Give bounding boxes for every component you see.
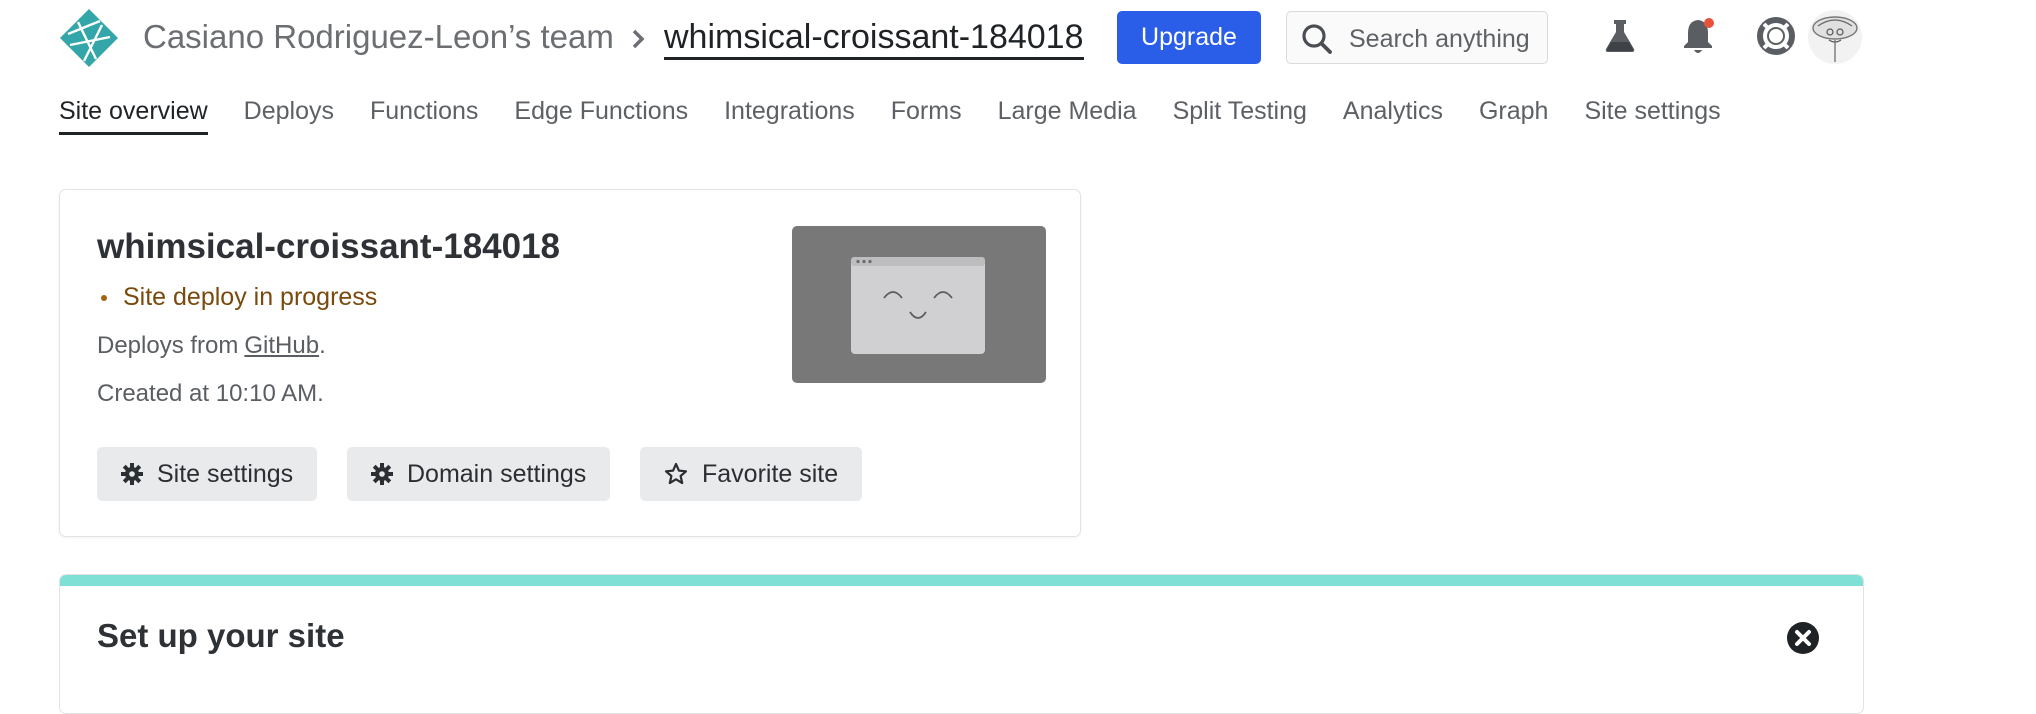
lifebuoy-icon[interactable] (1756, 16, 1796, 56)
site-name-heading: whimsical-croissant-184018 (97, 227, 561, 266)
upgrade-button[interactable]: Upgrade (1117, 11, 1261, 64)
notification-dot-icon (1704, 18, 1714, 28)
breadcrumb-team[interactable]: Casiano Rodriguez-Leon’s team (143, 18, 614, 56)
site-settings-button[interactable]: Site settings (97, 447, 318, 501)
deploys-from-suffix: . (319, 332, 326, 359)
deploy-status: Site deploy in progress (97, 283, 377, 312)
chevron-right-icon (632, 29, 645, 49)
github-link[interactable]: GitHub (244, 332, 319, 359)
search-placeholder: Search anything (1349, 25, 1530, 53)
tab-graph[interactable]: Graph (1479, 95, 1548, 135)
site-preview-thumbnail[interactable] (792, 226, 1046, 383)
favorite-site-label: Favorite site (702, 459, 839, 488)
search-input[interactable]: Search anything (1286, 11, 1548, 64)
tab-integrations[interactable]: Integrations (724, 95, 855, 135)
tab-edge-functions[interactable]: Edge Functions (514, 95, 688, 135)
gear-icon (371, 463, 393, 485)
deploy-status-text: Site deploy in progress (123, 283, 378, 311)
site-overview-card: whimsical-croissant-184018 Site deploy i… (59, 189, 1081, 537)
site-nav-tabs: Site overview Deploys Functions Edge Fun… (59, 95, 1721, 135)
gear-icon (121, 463, 143, 485)
tab-analytics[interactable]: Analytics (1343, 95, 1443, 135)
site-settings-label: Site settings (157, 459, 294, 488)
top-header: Casiano Rodriguez-Leon’s team whimsical-… (0, 0, 2036, 78)
setup-panel: Set up your site (59, 574, 1864, 714)
setup-title: Set up your site (97, 617, 345, 654)
setup-accent-bar (60, 575, 1863, 586)
deploys-from-prefix: Deploys from (97, 332, 239, 359)
domain-settings-label: Domain settings (407, 459, 587, 488)
status-dot-icon (101, 294, 107, 301)
flask-icon[interactable] (1600, 16, 1640, 56)
tab-site-settings[interactable]: Site settings (1584, 95, 1720, 135)
tab-large-media[interactable]: Large Media (998, 95, 1137, 135)
created-at-text: Created at 10:10 AM. (97, 380, 324, 407)
browser-smiley-icon (851, 257, 985, 354)
netlify-logo-icon[interactable] (58, 7, 120, 69)
avatar[interactable] (1808, 10, 1862, 64)
breadcrumb-site[interactable]: whimsical-croissant-184018 (664, 18, 1084, 60)
bell-icon[interactable] (1678, 16, 1718, 56)
tab-site-overview[interactable]: Site overview (59, 95, 208, 135)
tab-deploys[interactable]: Deploys (244, 95, 334, 135)
favorite-site-button[interactable]: Favorite site (640, 447, 863, 501)
close-icon[interactable] (1786, 621, 1820, 655)
tab-forms[interactable]: Forms (891, 95, 962, 135)
deploys-from-text: Deploys from GitHub. (97, 332, 326, 360)
tab-split-testing[interactable]: Split Testing (1173, 95, 1307, 135)
star-icon (664, 462, 688, 485)
domain-settings-button[interactable]: Domain settings (347, 447, 611, 501)
user-avatar-icon (1812, 16, 1858, 62)
tab-functions[interactable]: Functions (370, 95, 478, 135)
search-icon (1302, 24, 1332, 54)
